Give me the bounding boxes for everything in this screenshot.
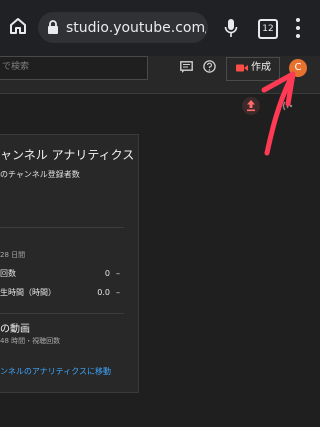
metric-delta: –	[116, 288, 120, 297]
lock-icon[interactable]	[46, 20, 60, 35]
avatar[interactable]: C	[289, 59, 307, 77]
top-videos-title: の動画	[0, 324, 30, 335]
upload-icon[interactable]	[242, 96, 260, 116]
status-icon[interactable]	[282, 99, 296, 113]
url-text[interactable]: studio.youtube.com/cha	[66, 19, 206, 37]
period-label: 28 日間	[0, 251, 26, 259]
home-icon[interactable]	[8, 16, 28, 36]
subscribers-label: のチャンネル登録者数	[0, 170, 80, 179]
metric-label: 生時間（時間）	[0, 288, 56, 297]
more-vert-icon[interactable]	[294, 17, 302, 39]
mic-icon[interactable]	[224, 18, 238, 38]
feedback-icon[interactable]	[180, 61, 193, 73]
metric-value: 0.0	[97, 288, 110, 297]
divider	[0, 313, 124, 314]
metric-value: 0	[104, 269, 110, 278]
top-videos-subtitle: 48 時間・視聴回数	[0, 337, 61, 345]
camera-icon	[236, 64, 248, 72]
divider	[0, 227, 124, 228]
help-icon[interactable]	[203, 60, 216, 73]
card-title: ャンネル アナリティクス	[0, 148, 135, 162]
search-placeholder[interactable]: で検索	[2, 61, 52, 73]
create-button-label[interactable]: 作成	[251, 61, 273, 74]
tabs-icon[interactable]: 12	[258, 19, 278, 39]
go-to-analytics-link[interactable]: ンネルのアナリティクスに移動	[0, 366, 126, 378]
metric-delta: –	[116, 269, 120, 278]
metric-label: 回数	[0, 269, 16, 278]
